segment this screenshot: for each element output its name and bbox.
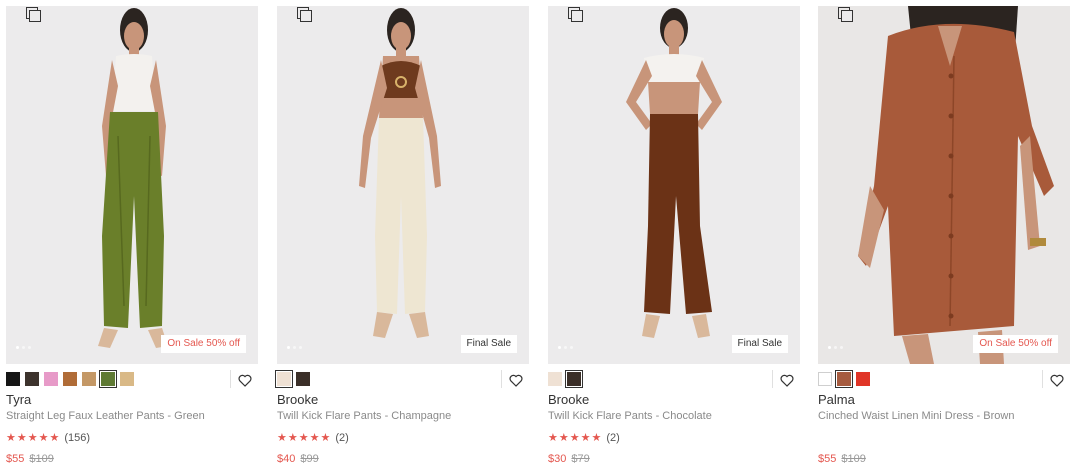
color-swatch-selected[interactable] xyxy=(99,370,117,388)
product-description[interactable]: Straight Leg Faux Leather Pants - Green xyxy=(6,410,205,422)
sale-price: $30 xyxy=(548,453,567,465)
heart-icon[interactable] xyxy=(780,374,794,387)
carousel-dot[interactable] xyxy=(16,346,19,349)
product-name[interactable]: Brooke xyxy=(277,392,318,407)
model-photo xyxy=(98,8,168,348)
original-price: $109 xyxy=(841,453,866,465)
color-swatches xyxy=(275,370,310,388)
carousel-dot[interactable] xyxy=(299,346,302,349)
color-swatch[interactable] xyxy=(818,372,832,386)
product-rating[interactable]: ★★★★★ (156) xyxy=(6,431,90,445)
sale-price: $55 xyxy=(6,453,25,465)
divider xyxy=(230,370,231,388)
original-price: $79 xyxy=(571,453,590,465)
color-swatch[interactable] xyxy=(6,372,20,386)
color-swatch-selected[interactable] xyxy=(565,370,583,388)
final-sale-badge: Final Sale xyxy=(731,335,788,353)
color-swatch[interactable] xyxy=(120,372,134,386)
sale-badge: On Sale 50% off xyxy=(161,335,246,353)
divider xyxy=(1042,370,1043,388)
color-swatches xyxy=(6,370,134,388)
product-card[interactable]: Final Sale Brooke Twill Kick Flare Pants… xyxy=(548,0,800,470)
image-carousel-dots[interactable] xyxy=(558,346,573,349)
product-name[interactable]: Brooke xyxy=(548,392,589,407)
carousel-dot[interactable] xyxy=(293,346,296,349)
compare-icon[interactable] xyxy=(297,7,312,22)
color-swatch[interactable] xyxy=(63,372,77,386)
final-sale-badge: Final Sale xyxy=(460,335,517,353)
product-description[interactable]: Twill Kick Flare Pants - Champagne xyxy=(277,410,451,422)
compare-icon[interactable] xyxy=(568,7,583,22)
product-description[interactable]: Twill Kick Flare Pants - Chocolate xyxy=(548,410,712,422)
model-photo xyxy=(626,8,722,338)
carousel-dot[interactable] xyxy=(834,346,837,349)
star-rating: ★★★★★ xyxy=(548,432,603,444)
image-carousel-dots[interactable] xyxy=(828,346,843,349)
product-image[interactable]: On Sale 50% off xyxy=(6,6,258,364)
product-name[interactable]: Palma xyxy=(818,392,855,407)
review-count: (156) xyxy=(64,431,90,444)
product-price: $55 $109 xyxy=(6,453,54,465)
product-rating[interactable]: ★★★★★ (2) xyxy=(548,431,620,445)
review-count: (2) xyxy=(606,431,620,444)
carousel-dot[interactable] xyxy=(287,346,290,349)
original-price: $99 xyxy=(300,453,319,465)
compare-icon[interactable] xyxy=(838,7,853,22)
sale-price: $55 xyxy=(818,453,837,465)
color-swatch[interactable] xyxy=(25,372,39,386)
carousel-dot[interactable] xyxy=(828,346,831,349)
product-price: $55 $109 xyxy=(818,453,866,465)
color-swatch[interactable] xyxy=(296,372,310,386)
product-price: $30 $79 xyxy=(548,453,590,465)
carousel-dot[interactable] xyxy=(840,346,843,349)
heart-icon[interactable] xyxy=(1050,374,1064,387)
product-card[interactable]: Final Sale Brooke Twill Kick Flare Pants… xyxy=(275,0,529,470)
model-photo xyxy=(858,6,1054,364)
color-swatch[interactable] xyxy=(856,372,870,386)
product-image[interactable]: On Sale 50% off xyxy=(818,6,1070,364)
model-photo xyxy=(359,8,441,338)
carousel-dot[interactable] xyxy=(558,346,561,349)
carousel-dot[interactable] xyxy=(28,346,31,349)
product-description[interactable]: Cinched Waist Linen Mini Dress - Brown xyxy=(818,410,1014,422)
color-swatch-selected[interactable] xyxy=(275,370,293,388)
product-name[interactable]: Tyra xyxy=(6,392,31,407)
product-grid: On Sale 50% off Tyra Straight Leg Faux L… xyxy=(0,0,1080,470)
color-swatches xyxy=(548,370,583,388)
review-count: (2) xyxy=(335,431,349,444)
product-image[interactable]: Final Sale xyxy=(277,6,529,364)
color-swatch-selected[interactable] xyxy=(835,370,853,388)
product-image[interactable]: Final Sale xyxy=(548,6,800,364)
star-rating: ★★★★★ xyxy=(277,432,332,444)
divider xyxy=(501,370,502,388)
compare-icon[interactable] xyxy=(26,7,41,22)
carousel-dot[interactable] xyxy=(570,346,573,349)
original-price: $109 xyxy=(29,453,54,465)
carousel-dot[interactable] xyxy=(22,346,25,349)
image-carousel-dots[interactable] xyxy=(16,346,31,349)
sale-badge: On Sale 50% off xyxy=(973,335,1058,353)
product-rating[interactable]: ★★★★★ (2) xyxy=(277,431,349,445)
color-swatch[interactable] xyxy=(44,372,58,386)
heart-icon[interactable] xyxy=(238,374,252,387)
image-carousel-dots[interactable] xyxy=(287,346,302,349)
product-price: $40 $99 xyxy=(277,453,319,465)
sale-price: $40 xyxy=(277,453,296,465)
carousel-dot[interactable] xyxy=(564,346,567,349)
color-swatches xyxy=(818,370,870,388)
star-rating: ★★★★★ xyxy=(6,432,61,444)
product-card[interactable]: On Sale 50% off Palma Cinched Waist Line… xyxy=(818,0,1070,470)
heart-icon[interactable] xyxy=(509,374,523,387)
color-swatch[interactable] xyxy=(82,372,96,386)
divider xyxy=(772,370,773,388)
product-card[interactable]: On Sale 50% off Tyra Straight Leg Faux L… xyxy=(6,0,258,470)
color-swatch[interactable] xyxy=(548,372,562,386)
